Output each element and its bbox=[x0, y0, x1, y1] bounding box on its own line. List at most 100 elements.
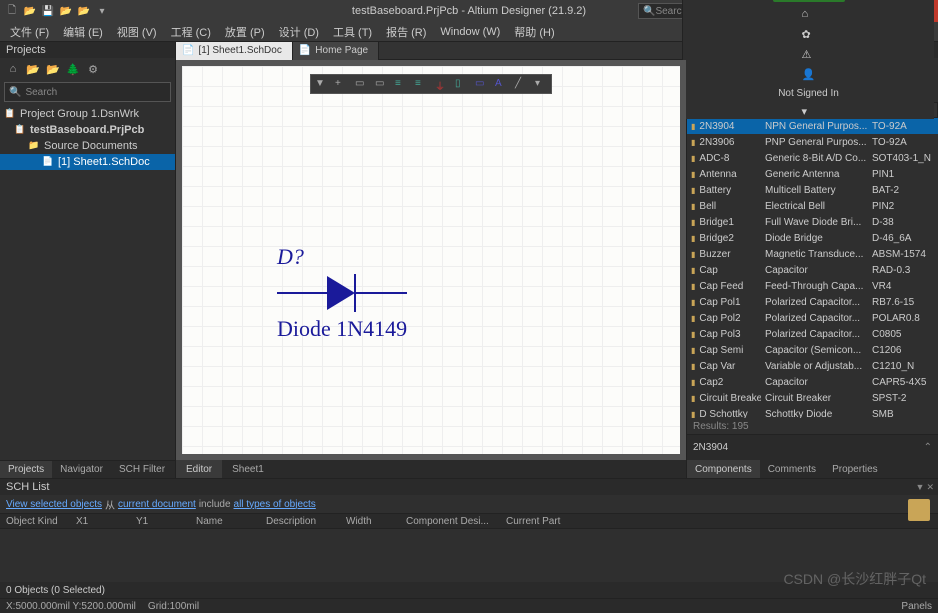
bus-icon[interactable]: ≡ bbox=[415, 78, 427, 90]
component-row[interactable]: Circuit BreakerCircuit BreakerSPST-2 bbox=[687, 390, 938, 406]
left-tab[interactable]: Navigator bbox=[52, 461, 111, 478]
menu-item[interactable]: 工程 (C) bbox=[165, 24, 217, 40]
component-row[interactable]: BellElectrical BellPIN2 bbox=[687, 198, 938, 214]
buy-button[interactable]: 立即在线购买 bbox=[773, 0, 845, 2]
schlist-col[interactable]: Description bbox=[260, 514, 340, 528]
left-tab[interactable]: Projects bbox=[0, 461, 52, 478]
schlist-footer: 0 Objects (0 Selected) bbox=[0, 582, 938, 598]
editor-tab[interactable]: Editor bbox=[176, 460, 222, 478]
qat-open-icon[interactable]: 📂 bbox=[22, 3, 38, 19]
place-wire-icon[interactable]: + bbox=[335, 78, 347, 90]
projects-panel-title: Projects bbox=[0, 42, 175, 58]
component-row[interactable]: AntennaGeneric AntennaPIN1 bbox=[687, 166, 938, 182]
component-row[interactable]: CapCapacitorRAD-0.3 bbox=[687, 262, 938, 278]
signin-label[interactable]: Not Signed In bbox=[778, 88, 839, 99]
gear-icon[interactable]: ✿ bbox=[802, 28, 816, 42]
component-row[interactable]: Cap2CapacitorCAPR5-4X5 bbox=[687, 374, 938, 390]
menu-item[interactable]: 文件 (F) bbox=[4, 24, 55, 40]
tree-node[interactable]: 📋Project Group 1.DsnWrk bbox=[0, 106, 175, 122]
qat-ext2-icon[interactable]: 📂 bbox=[76, 3, 92, 19]
alert-icon[interactable]: ⚠ bbox=[802, 48, 816, 62]
doc-tab[interactable]: 📄Home Page bbox=[293, 42, 379, 60]
schlist-body bbox=[0, 529, 938, 582]
qat-drop-icon[interactable]: ▾ bbox=[94, 3, 110, 19]
schlist-col[interactable]: Current Part bbox=[500, 514, 580, 528]
active-bar: ▼ + ▭ ▭ ≡ ≡ ⏚ ▯ ▭ A ╱ ▾ bbox=[310, 74, 552, 94]
component-row[interactable]: Cap Pol2Polarized Capacitor...POLAR0.8 bbox=[687, 310, 938, 326]
component-preview[interactable]: 2N3904 ⌃ bbox=[687, 434, 938, 460]
move-icon[interactable]: ▭ bbox=[355, 78, 367, 90]
qat-ext1-icon[interactable]: 📂 bbox=[58, 3, 74, 19]
component-diode[interactable]: D? Diode 1N4149 bbox=[277, 246, 407, 340]
component-row[interactable]: D SchottkySchottky DiodeSMB bbox=[687, 406, 938, 418]
left-tab[interactable]: SCH Filter bbox=[111, 461, 173, 478]
menu-item[interactable]: 编辑 (E) bbox=[57, 24, 109, 40]
component-row[interactable]: Cap Pol3Polarized Capacitor...C0805 bbox=[687, 326, 938, 342]
text-icon[interactable]: A bbox=[495, 78, 507, 90]
designator[interactable]: D? bbox=[277, 246, 407, 268]
qat-new-icon[interactable]: 🗋 bbox=[4, 3, 20, 19]
window-title: testBaseboard.PrjPcb - Altium Designer (… bbox=[352, 5, 586, 17]
menu-item[interactable]: 放置 (P) bbox=[219, 24, 271, 40]
tree-node[interactable]: 📄[1] Sheet1.SchDoc bbox=[0, 154, 175, 170]
qat-save-icon[interactable]: 💾 bbox=[40, 3, 56, 19]
schlist-col[interactable]: Y1 bbox=[130, 514, 190, 528]
schlist-col[interactable]: X1 bbox=[70, 514, 130, 528]
proj-tree-icon[interactable]: 🌲 bbox=[66, 62, 80, 76]
right-tab[interactable]: Components bbox=[687, 460, 760, 478]
menu-item[interactable]: 设计 (D) bbox=[273, 24, 325, 40]
menu-item[interactable]: 视图 (V) bbox=[111, 24, 163, 40]
schlist-col[interactable]: Object Kind bbox=[0, 514, 70, 528]
net-icon[interactable]: ≡ bbox=[395, 78, 407, 90]
projects-search-input[interactable]: 🔍 Search bbox=[4, 82, 171, 102]
schlist-col[interactable]: Name bbox=[190, 514, 260, 528]
proj-gear-icon[interactable]: ⚙ bbox=[86, 62, 100, 76]
proj-folder-icon[interactable]: 📂 bbox=[26, 62, 40, 76]
component-row[interactable]: Cap SemiCapacitor (Semicon...C1206 bbox=[687, 342, 938, 358]
component-row[interactable]: 2N3906PNP General Purpos...TO-92A bbox=[687, 134, 938, 150]
schematic-canvas[interactable]: ▼ + ▭ ▭ ≡ ≡ ⏚ ▯ ▭ A ╱ ▾ D? bbox=[182, 66, 680, 454]
schlist-col[interactable]: Width bbox=[340, 514, 400, 528]
menu-item[interactable]: 帮助 (H) bbox=[508, 24, 560, 40]
menu-item[interactable]: Window (W) bbox=[434, 26, 506, 38]
schlist-drop-icon[interactable]: ▼ bbox=[916, 482, 925, 493]
more-icon[interactable]: ▾ bbox=[535, 78, 547, 90]
right-tab[interactable]: Properties bbox=[824, 460, 886, 478]
power-icon[interactable]: ⏚ bbox=[435, 78, 447, 90]
menu-item[interactable]: 工具 (T) bbox=[327, 24, 378, 40]
component-row[interactable]: ADC-8Generic 8-Bit A/D Co...SOT403-1_N bbox=[687, 150, 938, 166]
sheet-icon[interactable]: ▭ bbox=[475, 78, 487, 90]
editor-tab[interactable]: Sheet1 bbox=[222, 460, 274, 478]
schlist-col[interactable]: Component Desi... bbox=[400, 514, 500, 528]
filter-icon[interactable]: ▼ bbox=[315, 78, 327, 90]
component-row[interactable]: Bridge1Full Wave Diode Bri...D-38 bbox=[687, 214, 938, 230]
component-row[interactable]: Cap FeedFeed-Through Capa...VR4 bbox=[687, 278, 938, 294]
component-row[interactable]: Cap VarVariable or Adjustab...C1210_N bbox=[687, 358, 938, 374]
collapse-icon[interactable]: ⌃ bbox=[924, 442, 932, 453]
schlist-flyout-icon[interactable] bbox=[908, 499, 930, 521]
component-row[interactable]: BatteryMulticell BatteryBAT-2 bbox=[687, 182, 938, 198]
doc-tab[interactable]: 📄[1] Sheet1.SchDoc bbox=[176, 42, 293, 60]
editor-tabs: EditorSheet1 bbox=[176, 460, 686, 478]
component-row[interactable]: Cap Pol1Polarized Capacitor...RB7.6-15 bbox=[687, 294, 938, 310]
schlist-close-icon[interactable]: ✕ bbox=[926, 482, 934, 493]
main-menu: 文件 (F)编辑 (E)视图 (V)工程 (C)放置 (P)设计 (D)工具 (… bbox=[0, 22, 938, 42]
part-icon[interactable]: ▯ bbox=[455, 78, 467, 90]
right-tab[interactable]: Comments bbox=[760, 460, 824, 478]
proj-compile-icon[interactable]: 📂 bbox=[46, 62, 60, 76]
panels-button[interactable]: Panels bbox=[901, 601, 932, 612]
document-tabs: 📄[1] Sheet1.SchDoc📄Home Page bbox=[176, 42, 686, 60]
rotate-icon[interactable]: ▭ bbox=[375, 78, 387, 90]
home-icon[interactable]: ⌂ bbox=[802, 8, 816, 22]
signin-drop-icon[interactable]: ▾ bbox=[802, 105, 816, 119]
component-value[interactable]: Diode 1N4149 bbox=[277, 318, 407, 340]
proj-home-icon[interactable]: ⌂ bbox=[6, 62, 20, 76]
component-row[interactable]: BuzzerMagnetic Transduce...ABSM-1574 bbox=[687, 246, 938, 262]
menu-item[interactable]: 报告 (R) bbox=[380, 24, 432, 40]
user-icon[interactable]: 👤 bbox=[802, 68, 816, 82]
component-row[interactable]: Bridge2Diode BridgeD-46_6A bbox=[687, 230, 938, 246]
component-row[interactable]: 2N3904NPN General Purpos...TO-92A bbox=[687, 118, 938, 134]
line-icon[interactable]: ╱ bbox=[515, 78, 527, 90]
tree-node[interactable]: 📋testBaseboard.PrjPcb bbox=[0, 122, 175, 138]
tree-node[interactable]: 📁Source Documents bbox=[0, 138, 175, 154]
